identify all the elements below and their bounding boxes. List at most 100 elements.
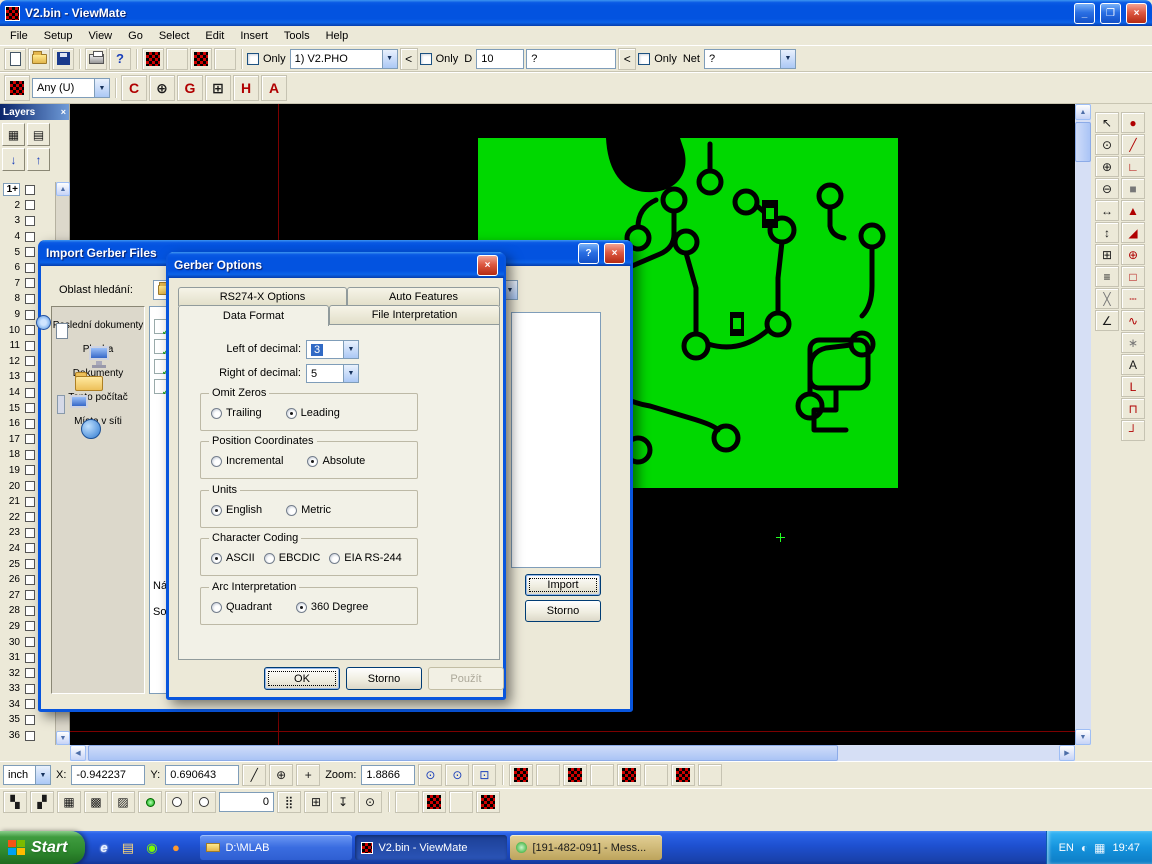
radio-option[interactable]: English: [211, 504, 262, 516]
print-button[interactable]: [85, 48, 107, 70]
layer-color-box[interactable]: [25, 388, 35, 398]
task-button-viewmate[interactable]: V2.bin - ViewMate: [355, 835, 507, 860]
view-tool-button[interactable]: ↔: [1095, 200, 1119, 221]
snap-tool-button[interactable]: ↧: [331, 791, 355, 813]
start-button[interactable]: Start: [0, 831, 85, 864]
tab-auto-features[interactable]: Auto Features: [347, 287, 500, 306]
layer-color-box[interactable]: [25, 731, 35, 741]
view-tool-button[interactable]: ⊞: [1095, 244, 1119, 265]
draw-tool-button[interactable]: ■: [1121, 178, 1145, 199]
draw-tool-button[interactable]: A: [1121, 354, 1145, 375]
layer-color-box[interactable]: [25, 590, 35, 600]
layer-color-box[interactable]: [25, 341, 35, 351]
menu-item[interactable]: View: [80, 28, 120, 44]
grid-tool-button[interactable]: ▞: [30, 791, 54, 813]
menu-item[interactable]: Go: [120, 28, 151, 44]
layer-color-box[interactable]: [25, 310, 35, 320]
measure-tool-button[interactable]: ╱: [242, 764, 266, 786]
chevron-down-icon[interactable]: ▼: [343, 341, 358, 358]
place-my-computer[interactable]: Tento počítač: [52, 392, 144, 403]
place-recent-documents[interactable]: Poslední dokumenty: [52, 320, 144, 331]
layer-color-box[interactable]: [25, 606, 35, 616]
highlight-tool-button[interactable]: A: [261, 75, 287, 101]
layer-color-box[interactable]: [25, 434, 35, 444]
view-tool-button[interactable]: ⊙: [1095, 134, 1119, 155]
maximize-button[interactable]: ❐: [1100, 3, 1121, 24]
layer-color-box[interactable]: [25, 699, 35, 709]
aperture-pattern-button[interactable]: [4, 75, 30, 101]
vertical-scroll-thumb[interactable]: [1075, 122, 1091, 162]
pattern-tool-button[interactable]: [190, 48, 212, 70]
snap-tool-button[interactable]: ⊞: [304, 791, 328, 813]
scroll-right-icon[interactable]: ▶: [1059, 745, 1075, 761]
scroll-up-icon[interactable]: ▲: [1075, 104, 1091, 120]
display-mode-button[interactable]: [644, 764, 668, 786]
menu-item[interactable]: Help: [318, 28, 357, 44]
draw-tool-button[interactable]: ▲: [1121, 200, 1145, 221]
draw-tool-button[interactable]: □: [1121, 266, 1145, 287]
menu-item[interactable]: Insert: [232, 28, 276, 44]
open-file-button[interactable]: [28, 48, 50, 70]
layer-color-box[interactable]: [25, 637, 35, 647]
layer-row-current[interactable]: 1+: [0, 182, 54, 198]
layer-color-box[interactable]: [25, 263, 35, 273]
chevron-down-icon[interactable]: ▼: [780, 50, 795, 68]
zoom-value[interactable]: 1.8866: [361, 765, 415, 785]
layer-color-box[interactable]: [25, 715, 35, 725]
scroll-down-icon[interactable]: ▼: [1075, 729, 1091, 745]
grid-tool-button[interactable]: ▚: [3, 791, 27, 813]
chevron-down-icon[interactable]: ▼: [382, 50, 397, 68]
layer-color-box[interactable]: [25, 200, 35, 210]
layer-color-box[interactable]: [25, 512, 35, 522]
pattern-button[interactable]: [476, 791, 500, 813]
draw-tool-button[interactable]: ∿: [1121, 310, 1145, 331]
tab-rs274x-options[interactable]: RS274-X Options: [178, 287, 347, 306]
clock[interactable]: 19:47: [1112, 842, 1140, 854]
language-indicator[interactable]: EN: [1059, 842, 1074, 854]
layer-row[interactable]: 3: [0, 213, 54, 229]
layer-color-box[interactable]: [25, 372, 35, 382]
highlight-tool-button[interactable]: G: [177, 75, 203, 101]
highlight-tool-button[interactable]: C: [121, 75, 147, 101]
chevron-down-icon[interactable]: ▼: [94, 79, 109, 97]
display-mode-button[interactable]: [509, 764, 533, 786]
layer-color-box[interactable]: [25, 232, 35, 242]
zoom-tool-button[interactable]: ⊡: [472, 764, 496, 786]
layer-row[interactable]: 35: [0, 712, 54, 728]
close-button[interactable]: ×: [1126, 3, 1147, 24]
menu-item[interactable]: Tools: [276, 28, 318, 44]
display-mode-button[interactable]: [698, 764, 722, 786]
display-mode-button[interactable]: [563, 764, 587, 786]
only-net-checkbox[interactable]: [638, 53, 650, 65]
layer-row[interactable]: 36: [0, 728, 54, 744]
chevron-down-icon[interactable]: ▼: [35, 766, 50, 784]
only-dcode-checkbox[interactable]: [420, 53, 432, 65]
draw-tool-button[interactable]: ◢: [1121, 222, 1145, 243]
chevron-down-icon[interactable]: ▼: [343, 365, 358, 382]
dcode-count-value[interactable]: 0: [219, 792, 274, 812]
view-tool-button[interactable]: ⊖: [1095, 178, 1119, 199]
layer-color-box[interactable]: [25, 325, 35, 335]
vertical-scrollbar[interactable]: ▲ ▼: [1075, 104, 1091, 745]
prev-dcode-button[interactable]: <: [400, 48, 418, 70]
layer-color-box[interactable]: [25, 653, 35, 663]
selection-circle-button[interactable]: [165, 791, 189, 813]
place-network[interactable]: Místa v síti: [52, 416, 144, 427]
pattern-tool-button[interactable]: [166, 48, 188, 70]
cancel-button[interactable]: Storno: [346, 667, 422, 690]
radio-option[interactable]: Incremental: [211, 455, 283, 467]
view-tool-button[interactable]: ⊕: [1095, 156, 1119, 177]
radio-option[interactable]: Metric: [286, 504, 331, 516]
view-tool-button[interactable]: ↕: [1095, 222, 1119, 243]
dcode-filter-input[interactable]: ?: [526, 49, 616, 69]
task-button-explorer[interactable]: D:\MLAB: [200, 835, 352, 860]
horizontal-scrollbar[interactable]: ◀ ▶: [70, 745, 1075, 761]
pattern-button[interactable]: [395, 791, 419, 813]
dialog-help-button[interactable]: ?: [578, 243, 599, 264]
layers-tool-button[interactable]: ↓: [2, 148, 25, 171]
layer-color-box[interactable]: [25, 528, 35, 538]
radio-option[interactable]: ASCII: [211, 552, 255, 564]
radio-option[interactable]: Trailing: [211, 407, 262, 419]
pattern-tool-button[interactable]: [142, 48, 164, 70]
layer-color-box[interactable]: [25, 247, 35, 257]
